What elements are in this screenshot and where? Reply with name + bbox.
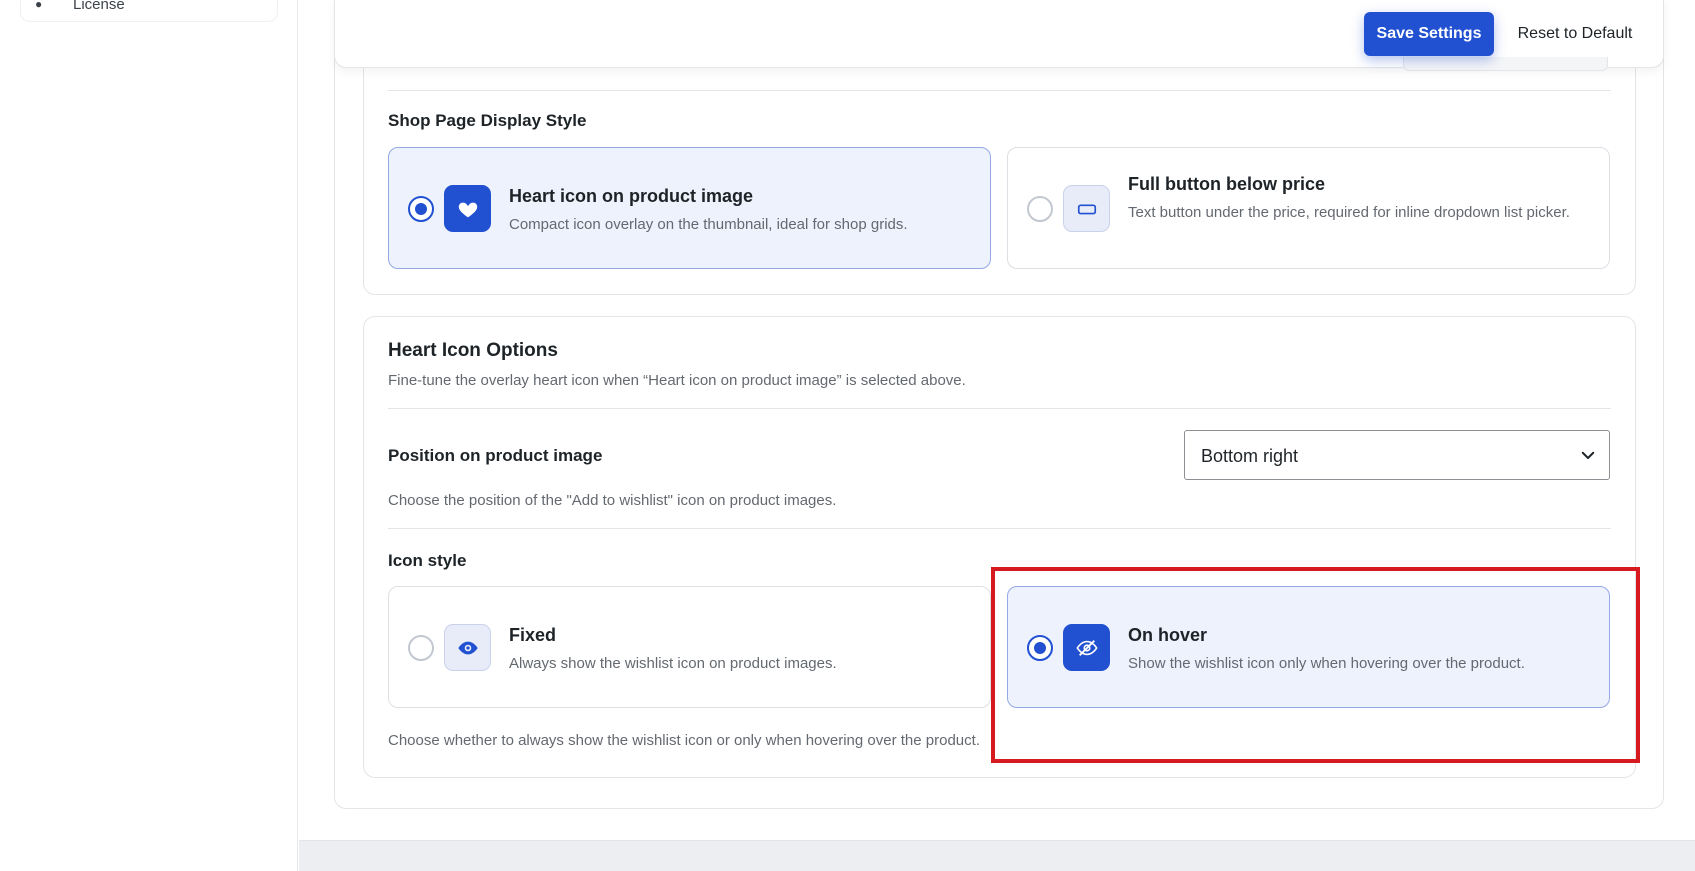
option-heart-icon[interactable]: Heart icon on product image Compact icon… [388, 147, 991, 269]
heart-icon [444, 185, 491, 232]
option-fixed[interactable]: Fixed Always show the wishlist icon on p… [388, 586, 991, 708]
position-select-value: Bottom right [1201, 446, 1299, 466]
divider [388, 408, 1611, 409]
icon-style-help: Choose whether to always show the wishli… [388, 732, 980, 749]
position-help: Choose the position of the "Add to wishl… [388, 492, 837, 509]
section-title: Heart Icon Options [388, 340, 558, 361]
sidebar-item-label: License [73, 0, 125, 13]
divider [388, 90, 1611, 91]
option-title: On hover [1128, 625, 1208, 645]
option-desc: Text button under the price, required fo… [1128, 204, 1570, 221]
reset-to-default-button[interactable]: Reset to Default [1505, 12, 1645, 56]
option-title: Heart icon on product image [509, 186, 754, 206]
option-desc: Always show the wishlist icon on product… [509, 655, 837, 672]
option-full-button[interactable]: Full button below price Text button unde… [1007, 147, 1610, 269]
shop-display-label: Shop Page Display Style [388, 111, 587, 130]
position-select[interactable]: Bottom right [1184, 430, 1610, 480]
sidebar-item-license[interactable]: ● License [20, 0, 278, 22]
radio-full-button[interactable] [1027, 196, 1053, 222]
radio-heart-icon[interactable] [408, 196, 434, 222]
key-icon: ● [35, 0, 43, 11]
radio-fixed[interactable] [408, 635, 434, 661]
divider [388, 528, 1611, 529]
option-desc: Show the wishlist icon only when hoverin… [1128, 655, 1525, 672]
ghost-control [1403, 57, 1608, 71]
option-title: Fixed [509, 625, 557, 645]
option-desc: Compact icon overlay on the thumbnail, i… [509, 216, 908, 233]
radio-on-hover[interactable] [1027, 635, 1053, 661]
icon-style-label: Icon style [388, 551, 467, 570]
save-settings-button[interactable]: Save Settings [1364, 12, 1494, 56]
position-label: Position on product image [388, 446, 603, 465]
button-icon [1063, 185, 1110, 232]
footer-bar [299, 840, 1695, 871]
sidebar: ● License [0, 0, 298, 871]
section-subtitle: Fine-tune the overlay heart icon when “H… [388, 372, 966, 389]
eye-off-icon [1063, 624, 1110, 671]
eye-icon [444, 624, 491, 671]
chevron-down-icon [1581, 451, 1595, 459]
option-on-hover[interactable]: On hover Show the wishlist icon only whe… [1007, 586, 1610, 708]
option-title: Full button below price [1128, 174, 1325, 194]
